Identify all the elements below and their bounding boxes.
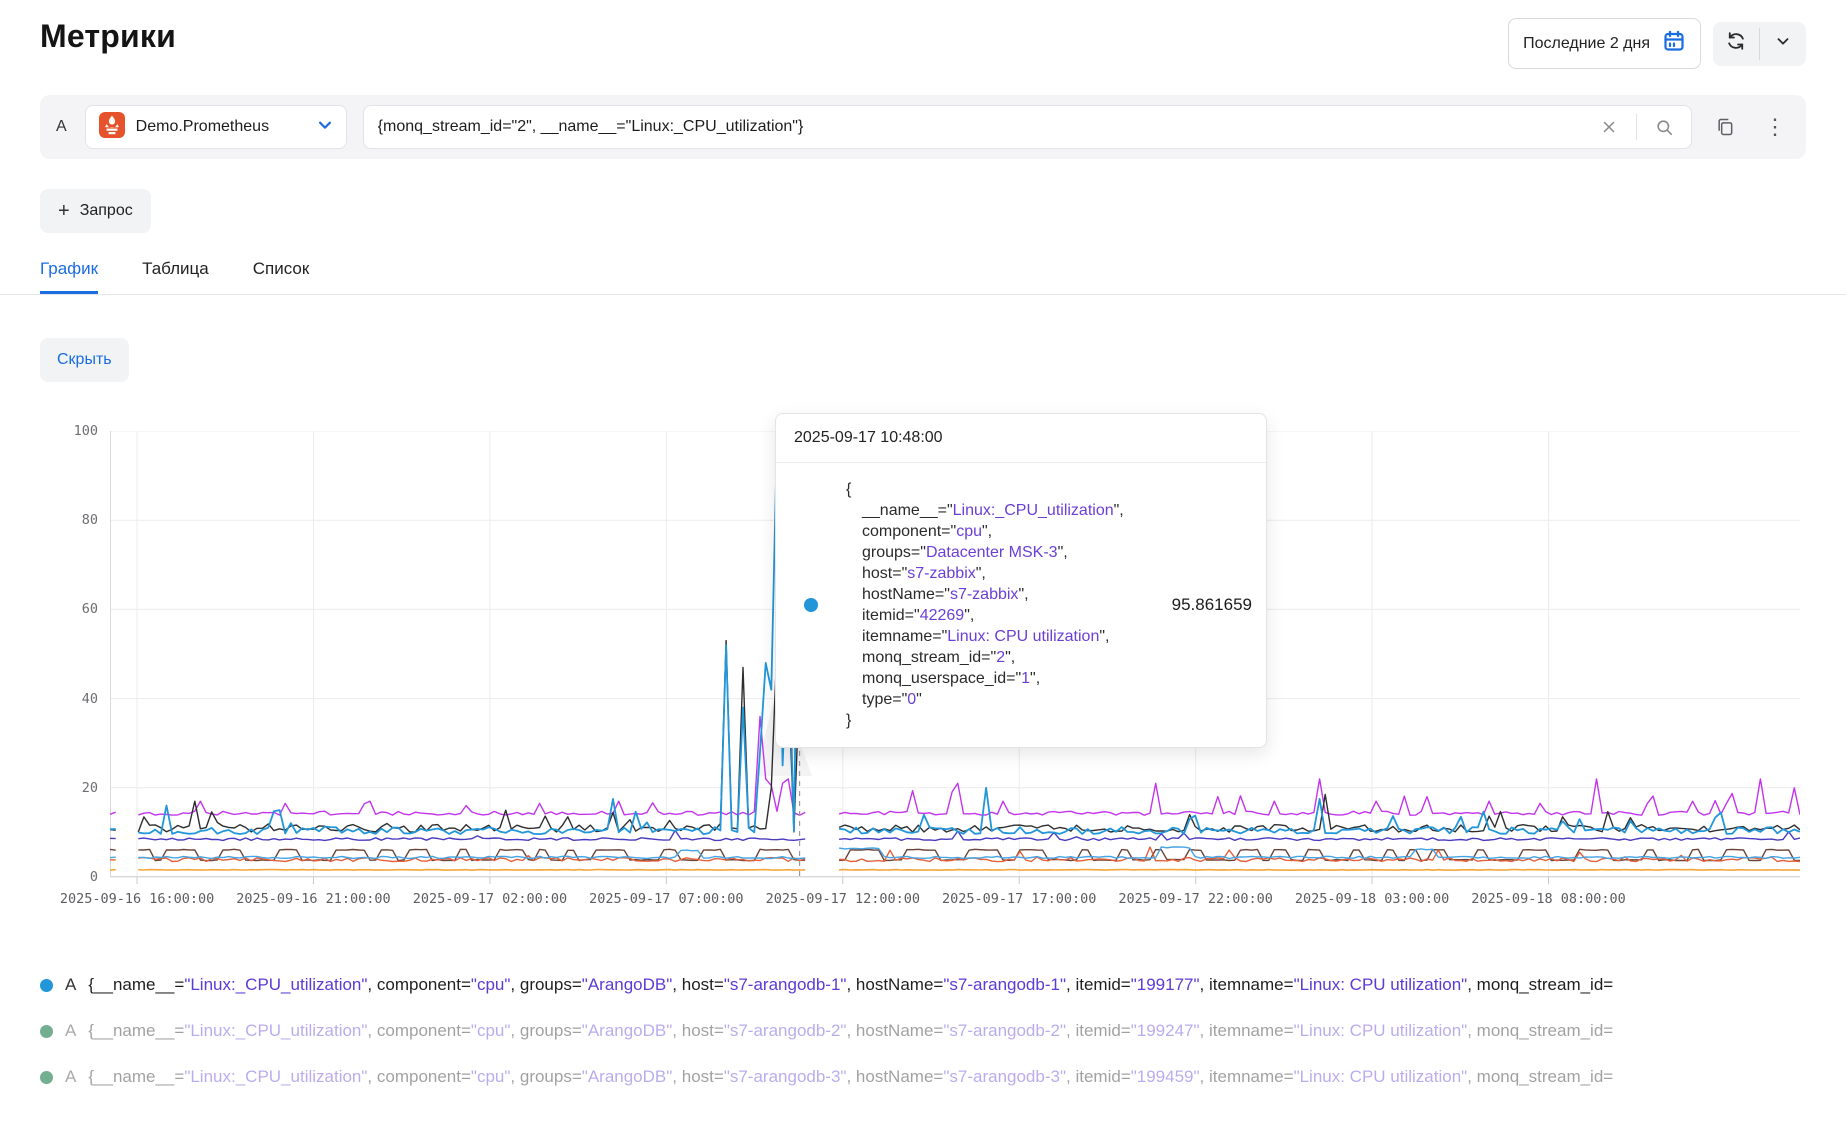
legend-query-letter: A bbox=[65, 975, 76, 995]
header-controls: Последние 2 дня bbox=[1508, 18, 1806, 69]
query-input-wrap bbox=[363, 105, 1692, 149]
calendar-icon bbox=[1662, 29, 1686, 58]
datasource-select[interactable]: Demo.Prometheus bbox=[85, 105, 347, 149]
tooltip-body: {__name__="Linux:_CPU_utilization",compo… bbox=[776, 463, 1266, 747]
legend-series-label: {__name__="Linux:_CPU_utilization", comp… bbox=[88, 1067, 1613, 1087]
x-axis-label: 2025-09-17 22:00:00 bbox=[1118, 891, 1272, 907]
y-axis-label: 80 bbox=[82, 512, 98, 528]
series-line-orange-red bbox=[110, 847, 1800, 862]
series-marker-dot bbox=[804, 598, 818, 612]
y-axis-label: 100 bbox=[74, 423, 98, 439]
query-row: A Demo.Prometheus bbox=[40, 95, 1806, 159]
series-line-orange-flat bbox=[110, 870, 1800, 871]
tooltip-label-line: { bbox=[846, 479, 1164, 500]
view-tabs: График Таблица Список bbox=[0, 233, 1846, 295]
legend-query-letter: A bbox=[65, 1021, 76, 1041]
copy-query-button[interactable] bbox=[1708, 110, 1742, 144]
query-input-icons bbox=[1592, 110, 1681, 144]
kebab-icon: ⋮ bbox=[1764, 116, 1786, 138]
datasource-name: Demo.Prometheus bbox=[136, 118, 306, 136]
tooltip-label-line: host="s7-zabbix", bbox=[846, 563, 1164, 584]
clear-query-button[interactable] bbox=[1592, 110, 1626, 144]
x-axis-label: 2025-09-17 07:00:00 bbox=[589, 891, 743, 907]
tooltip-label-line: monq_stream_id="2", bbox=[846, 647, 1164, 668]
legend-series-dot bbox=[40, 1025, 53, 1038]
datapoint-tooltip: 2025-09-17 10:48:00 {__name__="Linux:_CP… bbox=[775, 413, 1267, 748]
chevron-down-icon bbox=[1774, 32, 1792, 55]
tooltip-dot-col bbox=[776, 598, 846, 612]
x-axis-label: 2025-09-16 16:00:00 bbox=[60, 891, 214, 907]
query-menu-kebab-button[interactable]: ⋮ bbox=[1758, 110, 1792, 144]
y-axis-label: 0 bbox=[90, 869, 98, 885]
refresh-icon bbox=[1725, 30, 1747, 57]
tooltip-label-line: } bbox=[846, 710, 1164, 731]
graph-panel: Скрыть 020406080100 2025-09-16 16:00:002… bbox=[0, 295, 1846, 1100]
tooltip-label-line: type="0" bbox=[846, 689, 1164, 710]
page-title: Метрики bbox=[40, 18, 176, 55]
tooltip-label-line: groups="Datacenter MSK-3", bbox=[846, 542, 1164, 563]
x-axis-label: 2025-09-18 03:00:00 bbox=[1295, 891, 1449, 907]
plus-icon: + bbox=[58, 201, 70, 221]
legend-row[interactable]: A {__name__="Linux:_CPU_utilization", com… bbox=[40, 1008, 1830, 1054]
tooltip-value: 95.861659 bbox=[1164, 595, 1252, 615]
query-letter: A bbox=[54, 118, 69, 136]
add-query-label: Запрос bbox=[80, 202, 133, 220]
legend-series-dot bbox=[40, 979, 53, 992]
add-query-button[interactable]: + Запрос bbox=[40, 189, 151, 233]
legend-series-label: {__name__="Linux:_CPU_utilization", comp… bbox=[88, 1021, 1613, 1041]
legend-query-letter: A bbox=[65, 1067, 76, 1087]
y-axis-label: 20 bbox=[82, 780, 98, 796]
time-range-picker[interactable]: Последние 2 дня bbox=[1508, 18, 1701, 69]
refresh-button-group bbox=[1713, 22, 1806, 66]
prometheus-logo-icon bbox=[98, 111, 126, 144]
x-axis: 2025-09-16 16:00:002025-09-16 21:00:0020… bbox=[110, 891, 1800, 911]
tooltip-timestamp: 2025-09-17 10:48:00 bbox=[776, 414, 1266, 463]
select-chevron-down-icon bbox=[316, 116, 334, 139]
legend-row[interactable]: A {__name__="Linux:_CPU_utilization", com… bbox=[40, 962, 1830, 1008]
hide-button[interactable]: Скрыть bbox=[40, 338, 129, 382]
series-legend: A {__name__="Linux:_CPU_utilization", com… bbox=[40, 962, 1806, 1100]
tooltip-label-line: component="cpu", bbox=[846, 521, 1164, 542]
search-icon[interactable] bbox=[1647, 110, 1681, 144]
refresh-button[interactable] bbox=[1713, 22, 1759, 66]
tooltip-label-line: itemname="Linux: CPU utilization", bbox=[846, 626, 1164, 647]
tooltip-label-set: {__name__="Linux:_CPU_utilization",compo… bbox=[846, 479, 1164, 731]
y-axis: 020406080100 bbox=[40, 431, 98, 877]
x-axis-label: 2025-09-17 02:00:00 bbox=[413, 891, 567, 907]
y-axis-label: 40 bbox=[82, 691, 98, 707]
legend-row[interactable]: A {__name__="Linux:_CPU_utilization", com… bbox=[40, 1054, 1830, 1100]
input-divider bbox=[1636, 114, 1637, 140]
tab-list[interactable]: Список bbox=[253, 259, 310, 294]
page-header: Метрики Последние 2 дня bbox=[0, 0, 1846, 69]
legend-series-dot bbox=[40, 1071, 53, 1084]
tooltip-label-line: monq_userspace_id="1", bbox=[846, 668, 1164, 689]
tooltip-label-line: hostName="s7-zabbix", bbox=[846, 584, 1164, 605]
refresh-options-button[interactable] bbox=[1760, 22, 1806, 66]
x-axis-label: 2025-09-17 17:00:00 bbox=[942, 891, 1096, 907]
query-expression-input[interactable] bbox=[378, 118, 1592, 136]
tooltip-label-line: itemid="42269", bbox=[846, 605, 1164, 626]
time-range-label: Последние 2 дня bbox=[1523, 35, 1650, 53]
tooltip-label-line: __name__="Linux:_CPU_utilization", bbox=[846, 500, 1164, 521]
x-axis-label: 2025-09-16 21:00:00 bbox=[236, 891, 390, 907]
x-axis-label: 2025-09-18 08:00:00 bbox=[1471, 891, 1625, 907]
tab-graph[interactable]: График bbox=[40, 259, 98, 294]
y-axis-label: 60 bbox=[82, 601, 98, 617]
x-axis-label: 2025-09-17 12:00:00 bbox=[766, 891, 920, 907]
legend-series-label: {__name__="Linux:_CPU_utilization", comp… bbox=[88, 975, 1613, 995]
tab-table[interactable]: Таблица bbox=[142, 259, 209, 294]
